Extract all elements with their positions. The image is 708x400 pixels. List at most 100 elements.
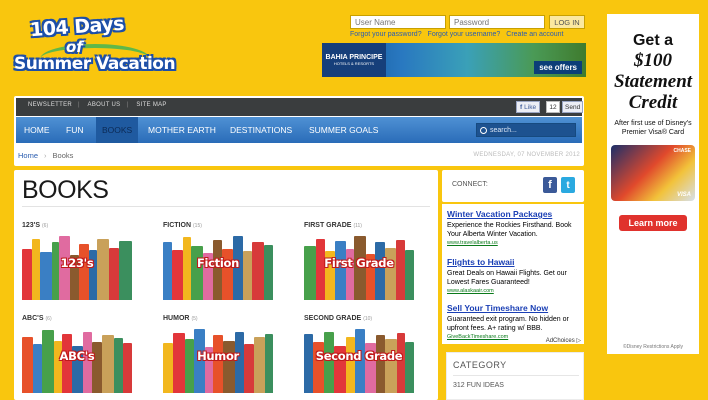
- forgot-password-link[interactable]: Forgot your password?: [350, 31, 422, 38]
- category-count: (6): [45, 316, 52, 322]
- page-title: BOOKS: [22, 176, 109, 204]
- create-account-link[interactable]: Create an account: [506, 31, 563, 38]
- site-logo[interactable]: 104 Days of Summer Vacation: [12, 13, 176, 80]
- main-navigation: HOME FUN BOOKS MOTHER EARTH DESTINATIONS…: [16, 117, 582, 143]
- facebook-icon[interactable]: f: [543, 177, 557, 193]
- nav-mother-earth[interactable]: MOTHER EARTH: [148, 117, 216, 143]
- utility-links: NEWSLETTER | ABOUT US | SITE MAP: [28, 102, 173, 108]
- text-ad[interactable]: Winter Vacation Packages Experience the …: [447, 209, 581, 246]
- top-utility-bar: NEWSLETTER | ABOUT US | SITE MAP f Like 12 …: [16, 98, 584, 116]
- category-thumbnail[interactable]: Second Grade: [304, 325, 414, 393]
- category-label: Humor: [197, 349, 239, 363]
- ad-choices-link[interactable]: AdChoices ▷: [546, 337, 581, 344]
- breadcrumb: Home › Books: [18, 151, 73, 160]
- category-thumbnail[interactable]: 123's: [22, 232, 132, 300]
- category-thumbnail[interactable]: First Grade: [304, 232, 414, 300]
- divider: [453, 375, 579, 376]
- forgot-username-link[interactable]: Forgot your username?: [428, 31, 501, 38]
- facebook-f-icon: f: [520, 103, 523, 111]
- separator: |: [78, 102, 80, 108]
- nav-destinations[interactable]: DESTINATIONS: [230, 117, 292, 143]
- connect-label: CONNECT:: [452, 181, 488, 188]
- category-list-item[interactable]: 312 FUN IDEAS: [453, 382, 504, 389]
- ad-fine-print: ©Disney Restrictions Apply: [622, 344, 684, 350]
- category-label: 123's: [60, 256, 94, 270]
- see-offers-button[interactable]: see offers: [534, 61, 582, 74]
- category-thumbnail[interactable]: Humor: [163, 325, 273, 393]
- category-heading: CATEGORY: [453, 360, 507, 370]
- about-us-link[interactable]: ABOUT US: [88, 102, 121, 108]
- facebook-send-button[interactable]: Send: [562, 101, 584, 113]
- text-ads: Winter Vacation Packages Experience the …: [442, 204, 584, 344]
- category-tile-abcs[interactable]: ABC'S (6) ABC's: [22, 315, 134, 393]
- login-links: Forgot your password? Forgot your userna…: [350, 31, 590, 38]
- header-nav-panel: NEWSLETTER | ABOUT US | SITE MAP f Like 12 …: [14, 96, 584, 166]
- search-placeholder: search...: [490, 126, 517, 134]
- category-title[interactable]: 123'S (6): [22, 222, 134, 229]
- breadcrumb-current: Books: [52, 151, 74, 160]
- facebook-like-button[interactable]: f Like: [516, 101, 541, 113]
- text-ad[interactable]: Flights to Hawaii Great Deals on Hawaii …: [447, 257, 581, 294]
- nav-summer-goals[interactable]: SUMMER GOALS: [309, 117, 378, 143]
- twitter-icon[interactable]: t: [561, 177, 575, 193]
- nav-books[interactable]: BOOKS: [96, 117, 139, 143]
- category-label: ABC's: [59, 349, 95, 363]
- username-input[interactable]: [350, 15, 446, 29]
- category-count: (10): [363, 316, 373, 322]
- search-input[interactable]: search...: [476, 123, 576, 137]
- ad-headline[interactable]: Winter Vacation Packages: [447, 209, 581, 219]
- category-tile-second-grade[interactable]: SECOND GRADE (10) Second Grade: [304, 315, 416, 393]
- bahia-brand-sub: HOTELS & RESORTS: [333, 61, 375, 66]
- ad-url[interactable]: www.alaskaair.com: [447, 288, 581, 294]
- credit-card-image: CHASE VISA: [611, 145, 695, 201]
- bahia-brand: BAHIA PRINCIPE HOTELS & RESORTS: [322, 43, 386, 77]
- category-title[interactable]: FIRST GRADE (11): [304, 222, 416, 229]
- category-label: Fiction: [196, 256, 240, 270]
- login-button[interactable]: LOG IN: [549, 15, 585, 29]
- bahia-brand-name: BAHIA PRINCIPE: [325, 54, 383, 61]
- learn-more-button[interactable]: Learn more: [619, 215, 687, 231]
- breadcrumb-home[interactable]: Home: [18, 151, 38, 160]
- logo-line-3: Summer Vacation: [14, 54, 176, 74]
- category-title[interactable]: ABC'S (6): [22, 315, 134, 322]
- category-tile-humor[interactable]: HUMOR (5) Humor: [163, 315, 275, 393]
- ad-url[interactable]: www.travelalberta.us: [447, 240, 581, 246]
- ad-subtext: After first use of Disney's Premier Visa…: [614, 120, 692, 136]
- separator: |: [126, 102, 129, 108]
- nav-home[interactable]: HOME: [24, 117, 50, 143]
- password-input[interactable]: [449, 15, 545, 29]
- like-count: 12: [546, 101, 560, 113]
- category-tile-123s[interactable]: 123'S (6) 123's: [22, 222, 134, 300]
- category-label: First Grade: [324, 256, 394, 270]
- ad-choices-icon: ▷: [576, 338, 581, 344]
- category-tile-fiction[interactable]: FICTION (15) Fiction: [163, 222, 275, 300]
- like-label: Like: [524, 103, 537, 111]
- category-label: Second Grade: [315, 349, 403, 363]
- newsletter-link[interactable]: NEWSLETTER: [28, 102, 72, 108]
- bahia-principe-banner-ad[interactable]: BAHIA PRINCIPE HOTELS & RESORTS see offe…: [322, 43, 586, 77]
- nav-fun[interactable]: FUN: [66, 117, 83, 143]
- category-title[interactable]: FICTION (15): [163, 222, 275, 229]
- category-tile-first-grade[interactable]: FIRST GRADE (11) First Grade: [304, 222, 416, 300]
- ad-line-2: $100: [634, 50, 672, 71]
- disney-visa-ad[interactable]: Get a $100 Statement Credit After first …: [607, 14, 699, 354]
- category-count: (11): [353, 223, 362, 229]
- category-thumbnail[interactable]: Fiction: [163, 232, 273, 300]
- category-widget: CATEGORY 312 FUN IDEAS: [446, 352, 584, 400]
- ad-description: Great Deals on Hawaii Flights. Get our L…: [447, 270, 567, 286]
- chevron-right-icon: ›: [44, 151, 47, 160]
- ad-headline[interactable]: Sell Your Timeshare Now: [447, 303, 581, 313]
- category-title[interactable]: HUMOR (5): [163, 315, 275, 322]
- ad-line-1: Get a: [632, 32, 673, 49]
- category-thumbnail[interactable]: ABC's: [22, 325, 132, 393]
- text-ad[interactable]: Sell Your Timeshare Now Guaranteed exit …: [447, 303, 581, 340]
- main-content: BOOKS 123'S (6) 123's FICTION (15) Fiction…: [14, 170, 438, 400]
- ad-description: Guaranteed exit program. No hidden or up…: [447, 316, 569, 332]
- category-title[interactable]: SECOND GRADE (10): [304, 315, 416, 322]
- category-count: (6): [42, 223, 49, 229]
- site-map-link[interactable]: SITE MAP: [136, 102, 166, 108]
- category-count: (5): [191, 316, 198, 322]
- current-date: WEDNESDAY, 07 NOVEMBER 2012: [473, 152, 580, 158]
- ad-headline[interactable]: Flights to Hawaii: [447, 257, 581, 267]
- ad-line-4: Credit: [628, 92, 678, 113]
